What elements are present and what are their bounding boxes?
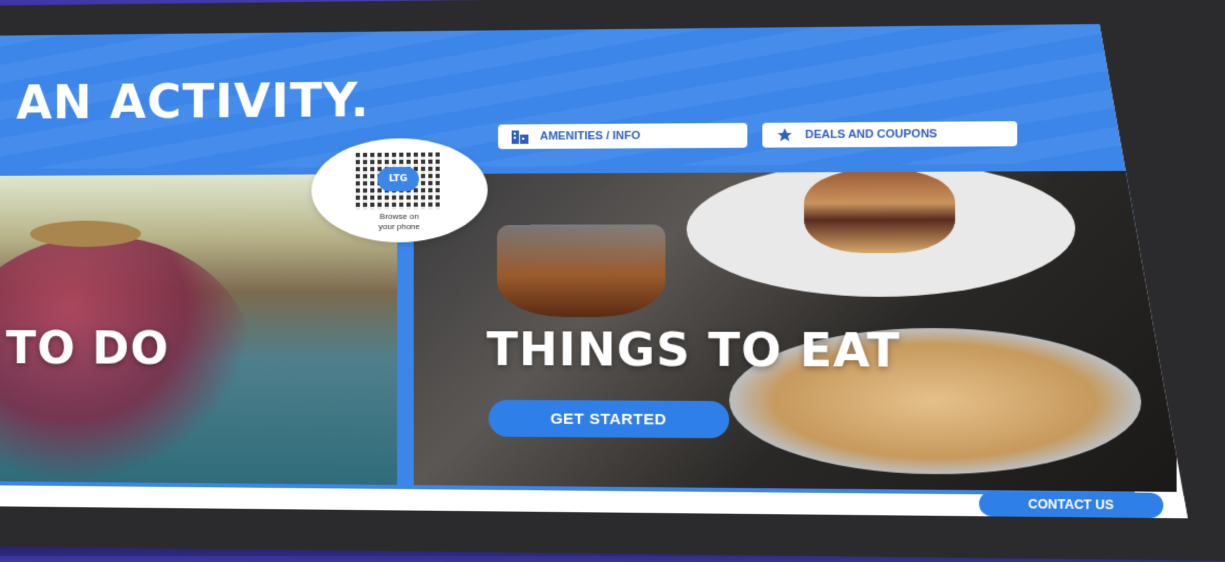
burger-photo: [804, 171, 955, 254]
things-to-eat-panel[interactable]: THINGS TO EAT GET STARTED: [414, 171, 1177, 492]
kiosk-tablet: D AN ACTIVITY. AMENITIES / INFO DEALS AN…: [0, 0, 1225, 562]
things-to-eat-title: THINGS TO EAT: [486, 324, 901, 379]
qr-code-badge[interactable]: LTG Browse on your phone: [311, 138, 487, 243]
kiosk-screen: D AN ACTIVITY. AMENITIES / INFO DEALS AN…: [0, 23, 1188, 518]
building-icon: [511, 128, 530, 145]
deals-coupons-label: DEALS AND COUPONS: [805, 127, 938, 142]
get-started-button[interactable]: GET STARTED: [489, 400, 730, 438]
contact-us-button[interactable]: CONTACT US: [979, 491, 1163, 518]
page-title: D AN ACTIVITY.: [0, 72, 370, 130]
qr-caption-line2: your phone: [378, 221, 420, 232]
hat-photo-detail: [30, 221, 141, 247]
header-banner: D AN ACTIVITY. AMENITIES / INFO DEALS AN…: [0, 23, 1188, 169]
things-to-do-title: GS TO DO: [6, 323, 170, 375]
ltg-logo: LTG: [377, 167, 418, 192]
star-icon: [775, 127, 794, 144]
deals-coupons-button[interactable]: DEALS AND COUPONS: [762, 121, 1017, 147]
qr-caption: Browse on your phone: [311, 212, 487, 233]
amenities-info-label: AMENITIES / INFO: [539, 129, 641, 143]
drink-glass-photo: [497, 224, 665, 317]
amenities-info-button[interactable]: AMENITIES / INFO: [498, 123, 747, 149]
qr-caption-line1: Browse on: [379, 211, 419, 222]
